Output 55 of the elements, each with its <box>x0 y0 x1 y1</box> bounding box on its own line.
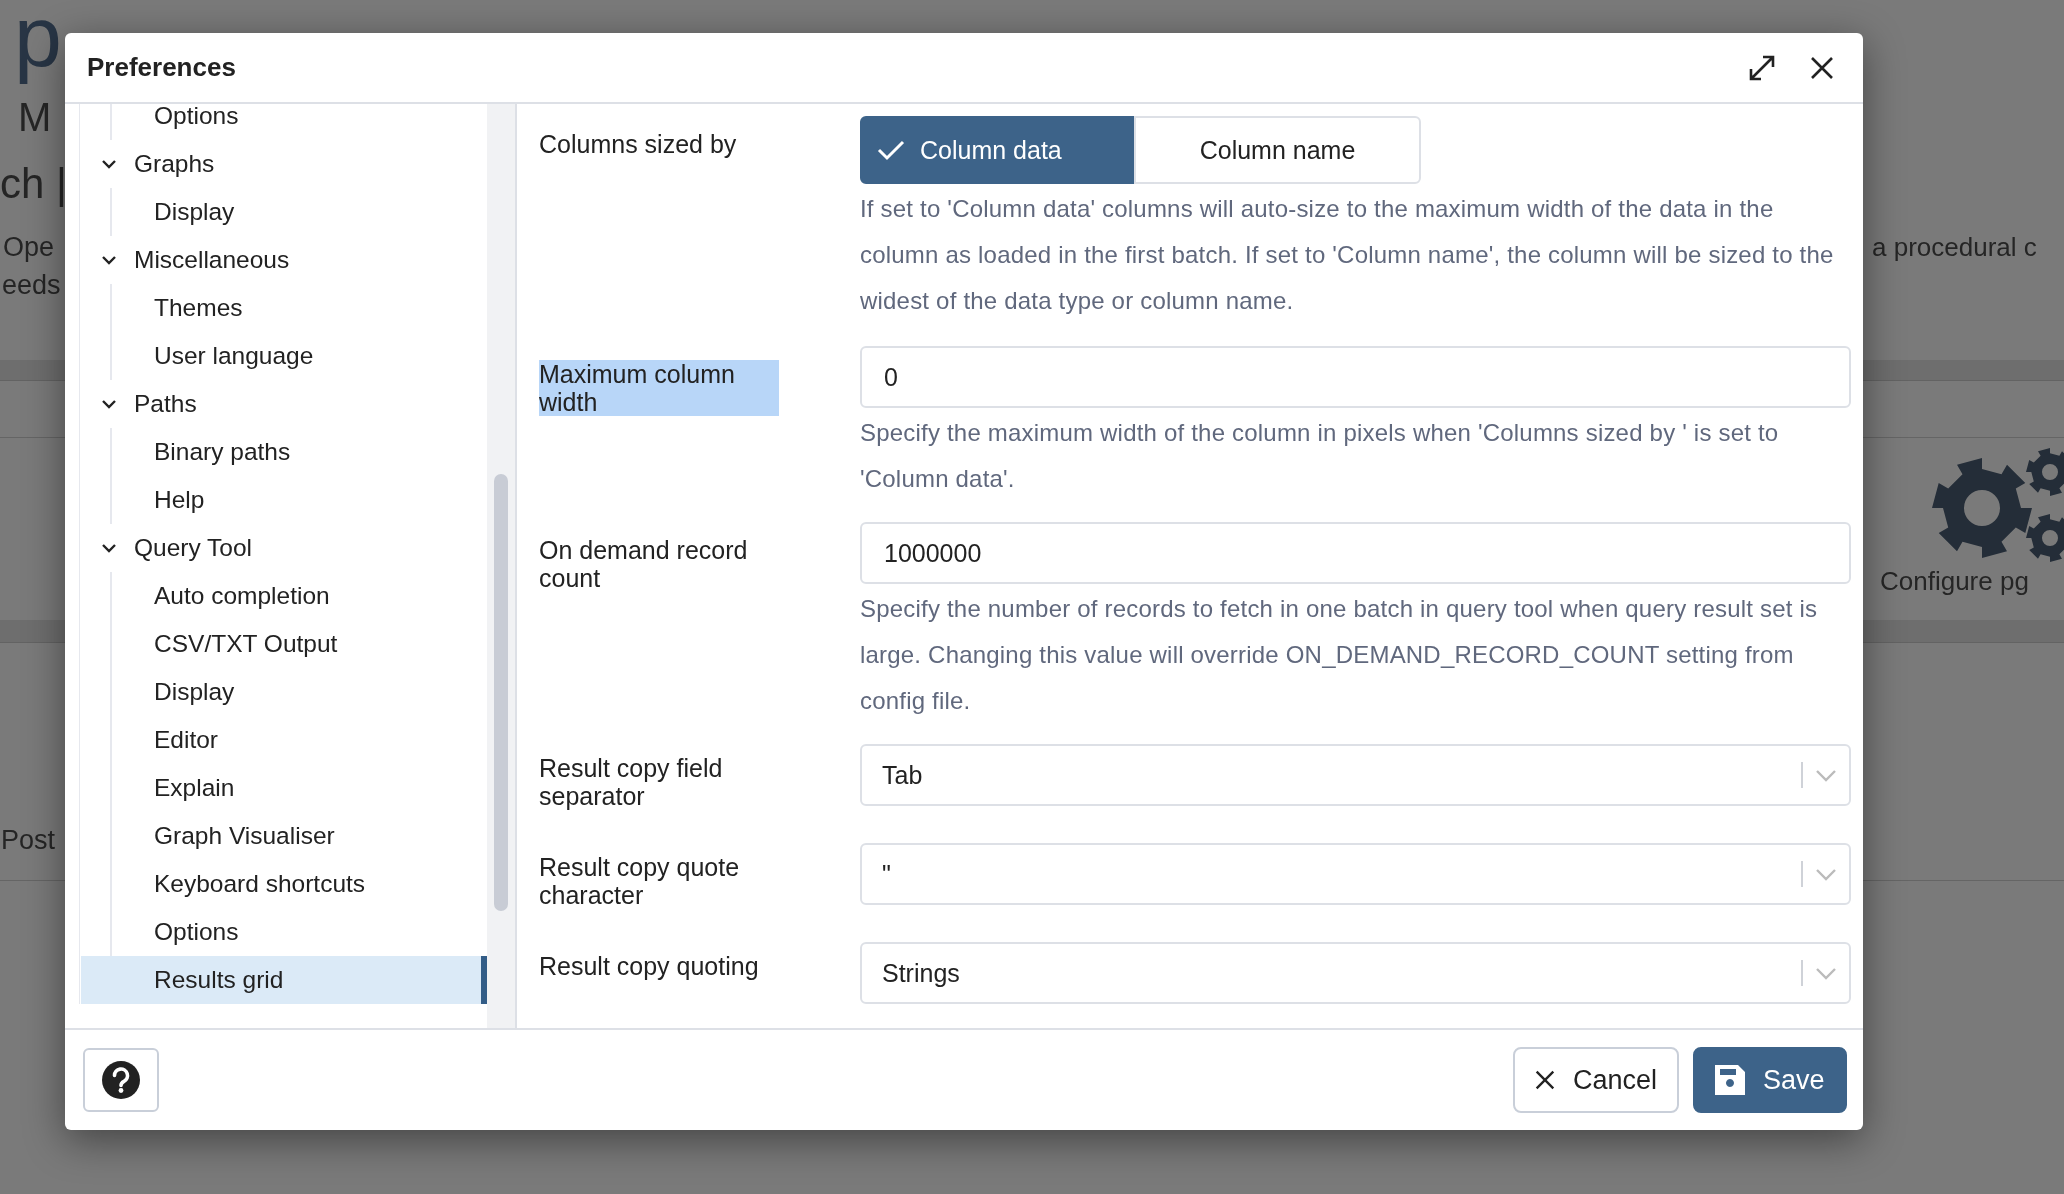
background-text: Ope <box>3 232 55 263</box>
field-label: Result copy quote character <box>539 853 741 909</box>
tree-item[interactable]: Options <box>81 104 487 140</box>
tree-item[interactable]: Display <box>81 668 487 716</box>
tree-item[interactable]: CSV/TXT Output <box>81 620 487 668</box>
toggle-option[interactable]: Column name <box>1134 116 1421 184</box>
background-text: ch | <box>0 160 67 208</box>
help-icon <box>101 1060 141 1100</box>
chevron-down-icon <box>1815 966 1837 980</box>
scrollbar-thumb[interactable] <box>494 474 508 911</box>
tree-item[interactable]: Graph Visualiser <box>81 812 487 860</box>
save-button[interactable]: Save <box>1693 1047 1847 1113</box>
tree-item[interactable]: Graphs <box>80 140 487 188</box>
dialog-title: Preferences <box>87 52 236 83</box>
field-label: Result copy field separator <box>539 754 724 810</box>
close-icon <box>1535 1068 1555 1092</box>
chevron-down-icon <box>1815 768 1837 782</box>
chevron-down-icon <box>1815 867 1837 881</box>
tree-item[interactable]: Explain <box>81 764 487 812</box>
field-label: Result copy quoting <box>539 952 760 980</box>
tree-item[interactable]: Themes <box>81 284 487 332</box>
background-text: eeds <box>2 270 61 301</box>
help-text: Specify the maximum width of the column in pixels when 'Columns sized by ' is set to 'Column data'. <box>860 418 1780 494</box>
tree-item[interactable]: User language <box>81 332 487 380</box>
help-button[interactable] <box>83 1048 159 1112</box>
tree-item[interactable]: Display <box>81 188 487 236</box>
close-icon[interactable] <box>1809 54 1835 81</box>
background-text: a procedural c <box>1872 232 2037 263</box>
help-text: Specify the number of records to fetch in one batch in query tool when query result set is large. Changing this value will override ON_DEMAND_RECORD_COUNT setting from config file. <box>860 594 1819 716</box>
background-text: M <box>18 95 52 140</box>
select-field[interactable]: " <box>860 843 1851 905</box>
field-label: On demand record count <box>539 536 749 592</box>
tree-item[interactable]: Auto completion <box>81 572 487 620</box>
toggle-option[interactable]: Column data <box>860 116 1134 184</box>
input-field[interactable]: 0 <box>860 346 1851 408</box>
tree-item[interactable]: Editor <box>81 716 487 764</box>
tree-item[interactable]: Query Tool <box>80 524 487 572</box>
tree-item[interactable]: Keyboard shortcuts <box>81 860 487 908</box>
tree-item[interactable]: Help <box>81 476 487 524</box>
background-text: Post <box>1 825 56 856</box>
tree-item[interactable]: Paths <box>80 380 487 428</box>
background-text: Configure pg <box>1880 566 2029 597</box>
help-text: If set to 'Column data' columns will auto-size to the maximum width of the data in the column as loaded in the first batch. If set to 'Column name', the column will be sized to the widest of the data type or column name. <box>860 194 1835 316</box>
tree-item[interactable]: Results grid <box>81 956 487 1004</box>
tree-item[interactable]: Options <box>81 908 487 956</box>
page-title: p <box>14 0 62 86</box>
tree-item[interactable]: Miscellaneous <box>80 236 487 284</box>
tree-item[interactable]: Binary paths <box>81 428 487 476</box>
check-icon <box>876 138 906 162</box>
select-field[interactable]: Strings <box>860 942 1851 1004</box>
select-field[interactable]: Tab <box>860 744 1851 806</box>
field-label: Maximum column width <box>539 360 779 416</box>
field-label: Columns sized by <box>539 130 738 158</box>
input-field[interactable]: 1000000 <box>860 522 1851 584</box>
cancel-button[interactable]: Cancel <box>1513 1047 1679 1113</box>
